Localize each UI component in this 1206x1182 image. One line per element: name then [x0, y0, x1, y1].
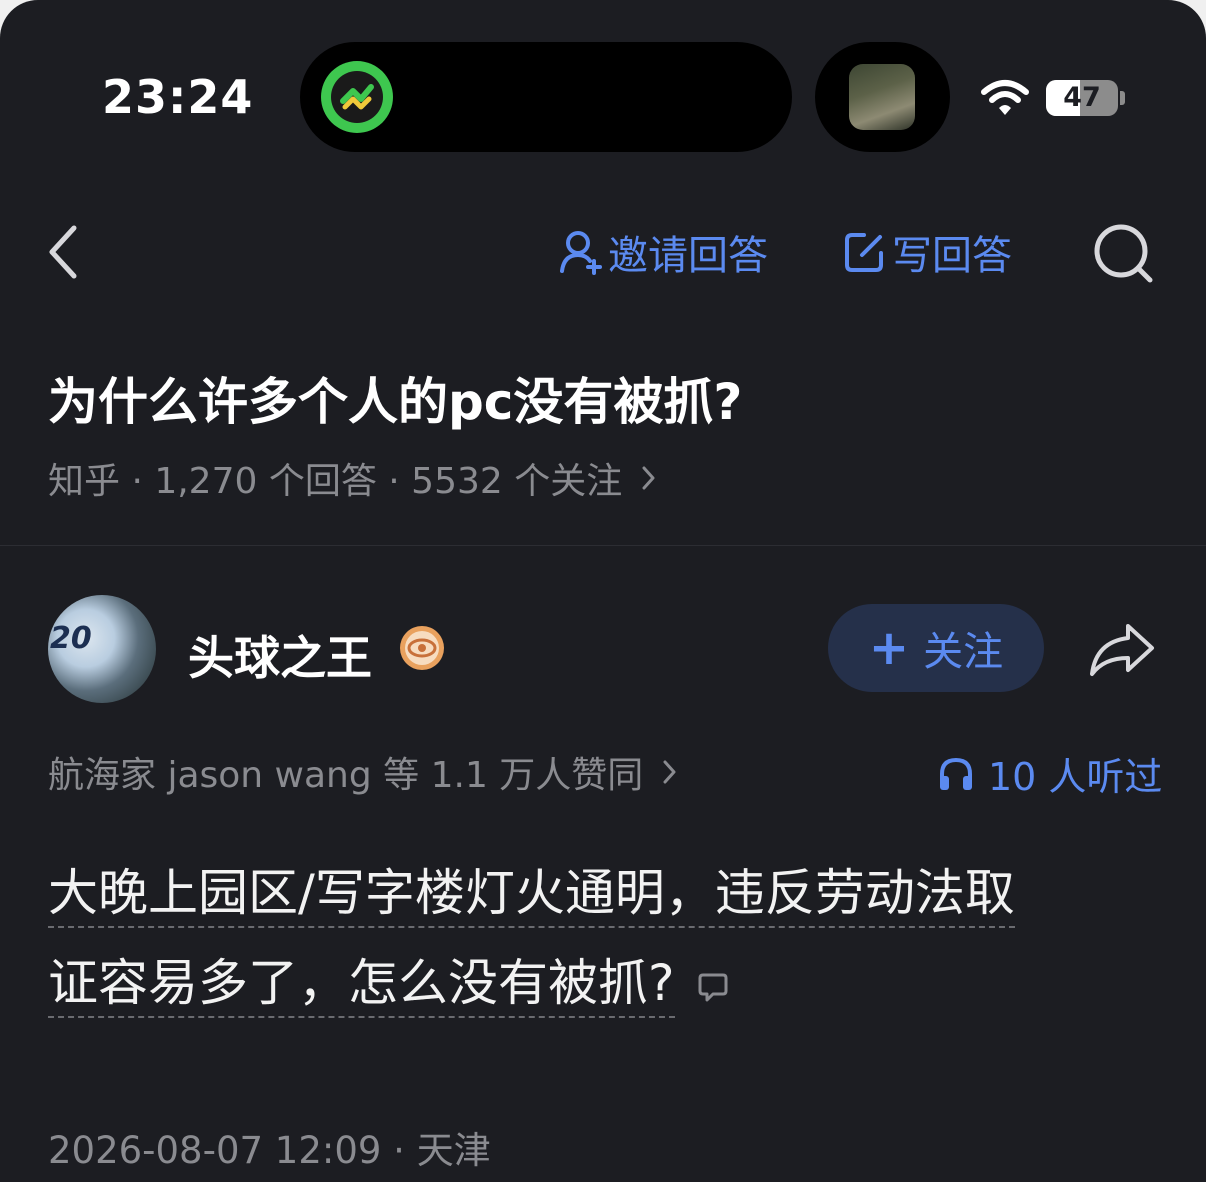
invite-answer-button[interactable]: 邀请回答 — [558, 224, 768, 280]
listened-count[interactable]: 10 人听过 — [938, 746, 1162, 801]
listened-text: 10 人听过 — [988, 755, 1163, 799]
answer-time-location: 2026-08-07 12:09 · 天津 — [48, 1129, 491, 1172]
chevron-right-icon — [642, 466, 655, 490]
upvote-summary[interactable]: 航海家 jason wang 等 1.1 万人赞同 — [48, 746, 677, 798]
section-divider — [0, 545, 1206, 546]
edit-icon — [845, 233, 883, 272]
follow-button[interactable]: + 关注 — [828, 604, 1044, 692]
back-chevron-icon[interactable] — [44, 224, 84, 280]
question-title[interactable]: 为什么许多个人的pc没有被抓? — [48, 362, 742, 434]
plus-icon: + — [868, 620, 910, 676]
wifi-icon — [981, 80, 1029, 115]
battery-nub — [1120, 91, 1125, 105]
answer-line-2: 证容易多了，怎么没有被抓? — [48, 954, 675, 1018]
follow-label: 关注 — [923, 629, 1004, 675]
media-thumbnail — [849, 64, 915, 130]
question-meta[interactable]: 知乎 · 1,270 个回答 · 5532 个关注 — [48, 452, 656, 504]
question-meta-text: 知乎 · 1,270 个回答 · 5532 个关注 — [48, 461, 623, 502]
comment-icon[interactable] — [697, 971, 729, 1003]
headphones-icon — [940, 757, 972, 790]
battery-indicator: 47 — [1046, 80, 1118, 116]
answer-line-1: 大晚上园区/写字楼灯火通明，违反劳动法取 — [48, 864, 1015, 928]
write-answer-label: 写回答 — [892, 233, 1012, 279]
person-add-icon — [560, 231, 602, 275]
search-icon[interactable] — [1092, 222, 1154, 284]
battery-percent: 47 — [1063, 82, 1101, 113]
avatar-jersey-number: 20 — [50, 621, 92, 656]
status-time: 23:24 — [102, 70, 254, 124]
creator-badge-icon — [400, 626, 444, 670]
avatar[interactable]: 20 — [48, 595, 156, 703]
phone-screen: 23:24 47 邀请回答 写回答 为什么许多个人的pc没有被抓? 知乎 · 1… — [0, 0, 1206, 1182]
write-answer-button[interactable]: 写回答 — [842, 224, 1012, 280]
chevron-right-icon — [663, 760, 676, 784]
media-activity[interactable] — [815, 42, 950, 152]
author-name[interactable]: 头球之王 — [188, 622, 372, 688]
invite-answer-label: 邀请回答 — [608, 233, 768, 279]
share-arrow-icon[interactable] — [1088, 620, 1158, 678]
app-activity-icon[interactable] — [321, 61, 393, 133]
upvote-text: 航海家 jason wang 等 1.1 万人赞同 — [48, 755, 644, 796]
dynamic-island[interactable] — [300, 42, 792, 152]
answer-body[interactable]: 大晚上园区/写字楼灯火通明，违反劳动法取 证容易多了，怎么没有被抓? — [48, 848, 1158, 1028]
